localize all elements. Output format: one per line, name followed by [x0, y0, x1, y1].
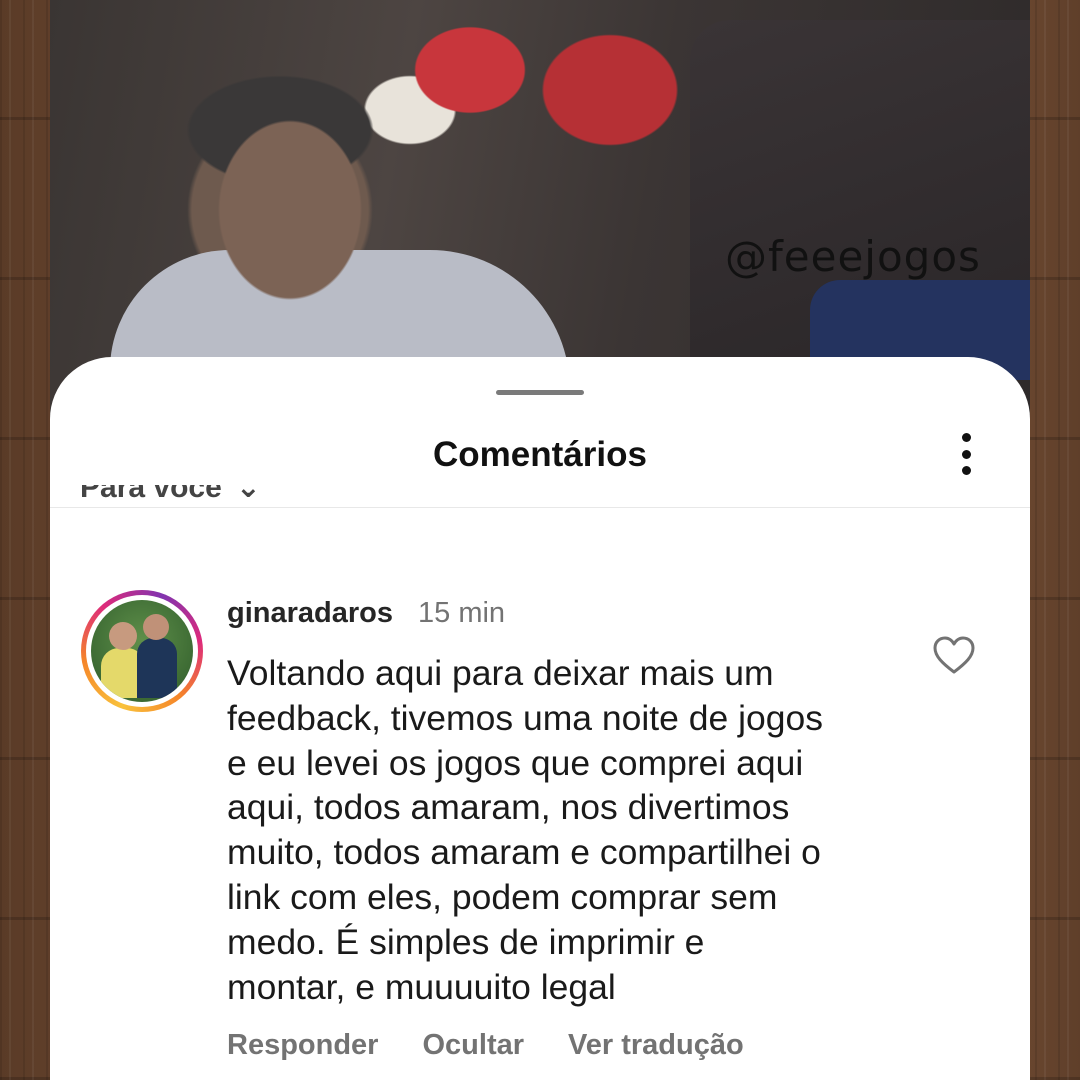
avatar-story-ring[interactable] — [81, 590, 203, 712]
avatar — [91, 600, 193, 702]
more-vertical-icon[interactable] — [950, 431, 982, 477]
header-divider — [50, 507, 1030, 508]
phone-screen: @feeejogos Comentários Para você ⌄ ginar… — [50, 0, 1030, 1080]
sheet-title: Comentários — [433, 435, 647, 474]
sort-dropdown[interactable]: Para você ⌄ — [80, 485, 261, 507]
watermark-handle: @feeejogos — [725, 232, 981, 281]
reply-button[interactable]: Responder — [227, 1029, 378, 1062]
comment-actions: Responder Ocultar Ver tradução — [227, 1029, 744, 1062]
see-translation-button[interactable]: Ver tradução — [568, 1029, 744, 1062]
heart-outline-icon[interactable] — [932, 635, 976, 675]
comment-timestamp: 15 min — [418, 597, 506, 629]
chevron-down-icon: ⌄ — [235, 485, 261, 504]
comment-username[interactable]: ginaradaros — [227, 597, 393, 630]
comment-text: Voltando aqui para deixar mais um feedba… — [227, 653, 823, 1007]
photo-person-head — [160, 60, 420, 340]
drag-handle[interactable] — [496, 390, 584, 395]
comments-sheet: Comentários Para você ⌄ ginaradaros 15 m… — [50, 357, 1030, 1080]
hide-button[interactable]: Ocultar — [422, 1029, 524, 1062]
sort-label: Para você — [80, 485, 222, 504]
